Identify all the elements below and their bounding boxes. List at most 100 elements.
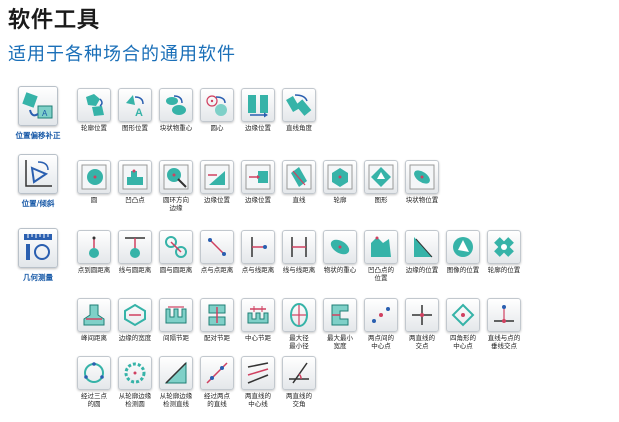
peak-distance-icon (77, 298, 111, 332)
tool-edge-width[interactable]: 边缘的宽度 (113, 298, 157, 342)
tool-label: 块状物位置 (405, 196, 439, 204)
image-position-icon (446, 230, 480, 264)
ring-direction-edge-icon (159, 160, 193, 194)
category-label: 几何测量 (23, 273, 53, 282)
tool-label: 圆 (90, 196, 98, 204)
position-tilt-icon (18, 154, 58, 194)
contour-location-icon (487, 230, 521, 264)
tool-edge-position-3[interactable]: 边缘位置 (236, 160, 280, 204)
tool-two-point-line[interactable]: 经过两点 的直线 (195, 356, 239, 408)
tool-perpendicular-foot[interactable]: 直线与点的 垂线交点 (482, 298, 526, 350)
line-angle-icon (282, 88, 316, 122)
tool-center-pitch[interactable]: 中心节距 (236, 298, 280, 342)
center-line-icon (241, 356, 275, 390)
tool-circle-center[interactable]: 圆心 (195, 88, 239, 132)
tool-label: 轮廓位置 (81, 124, 107, 132)
bump-position-icon (364, 230, 398, 264)
tool-image-position[interactable]: 图像的位置 (441, 230, 485, 274)
tool-line-angle-intersect[interactable]: 两直线的 交角 (277, 356, 321, 408)
tool-line-circle-distance[interactable]: 线与圆距离 (113, 230, 157, 274)
tool-paired-pitch[interactable]: 配对节距 (195, 298, 239, 342)
tool-line-line-distance[interactable]: 线与线距离 (277, 230, 321, 274)
blob-centroid-icon (159, 88, 193, 122)
tool-blob-position[interactable]: 块状物位置 (400, 160, 444, 204)
max-min-diameter-icon (282, 298, 316, 332)
straight-line-icon (282, 160, 316, 194)
tool-line-angle[interactable]: 直线角度 (277, 88, 321, 132)
contour-line-detect-icon (159, 356, 193, 390)
bump-point-icon (118, 160, 152, 194)
tool-label: 从轮廓边缘 检测圆 (118, 392, 152, 408)
tool-ring-direction-edge[interactable]: 圆环方向 边缘 (154, 160, 198, 212)
tool-label: 圆与圆距离 (159, 266, 193, 274)
category-position-tilt[interactable]: 位置/倾斜 (12, 154, 64, 209)
tool-label: 边缘的位置 (405, 266, 439, 274)
tool-quad-center[interactable]: 四角形的 中心点 (441, 298, 485, 350)
tool-contour[interactable]: 轮廓 (318, 160, 362, 204)
tool-contour-circle-detect[interactable]: 从轮廓边缘 检测圆 (113, 356, 157, 408)
blob-position-icon (405, 160, 439, 194)
pattern-position-icon: A (118, 88, 152, 122)
tool-label: 线与线距离 (282, 266, 316, 274)
tool-max-min-diameter[interactable]: 最大径 最小径 (277, 298, 321, 350)
tool-circle[interactable]: 圆 (72, 160, 116, 204)
tool-label: 边缘的宽度 (118, 334, 152, 342)
three-point-circle-icon (77, 356, 111, 390)
tool-label: 直线与点的 垂线交点 (487, 334, 521, 350)
quad-center-icon (446, 298, 480, 332)
tool-label: 边缘位置 (245, 124, 271, 132)
tool-point-circle-distance[interactable]: 点到圆距离 (72, 230, 116, 274)
tool-three-point-circle[interactable]: 经过三点 的圆 (72, 356, 116, 408)
tool-center-line[interactable]: 两直线的 中心线 (236, 356, 280, 408)
tool-label: 轮廓的位置 (487, 266, 521, 274)
center-pitch-icon (241, 298, 275, 332)
tool-edge-position-2[interactable]: 边缘位置 (195, 160, 239, 204)
interval-pitch-icon (159, 298, 193, 332)
svg-text:A: A (42, 109, 48, 118)
tool-point-line-distance[interactable]: 点与线距离 (236, 230, 280, 274)
tool-circle-circle-distance[interactable]: 圆与圆距离 (154, 230, 198, 274)
tool-label: 边缘位置 (245, 196, 271, 204)
tool-contour-location[interactable]: 轮廓的位置 (482, 230, 526, 274)
tool-label: 点到圆距离 (77, 266, 111, 274)
tool-peak-distance[interactable]: 峰间距离 (72, 298, 116, 342)
tool-contour-position[interactable]: 轮廓位置 (72, 88, 116, 132)
tool-interval-pitch[interactable]: 间隔节距 (154, 298, 198, 342)
tool-edge-position[interactable]: 边缘位置 (236, 88, 280, 132)
edge-location-icon (405, 230, 439, 264)
tool-two-point-midpoint[interactable]: 两点间的 中心点 (359, 298, 403, 350)
line-angle-intersect-icon (282, 356, 316, 390)
tool-contour-line-detect[interactable]: 从轮廓边缘 检测直线 (154, 356, 198, 408)
circle-circle-distance-icon (159, 230, 193, 264)
two-point-midpoint-icon (364, 298, 398, 332)
tool-pattern-position[interactable]: A 图形位置 (113, 88, 157, 132)
tool-line-intersection[interactable]: 两直线的 交点 (400, 298, 444, 350)
tool-bump-position[interactable]: 凹凸点的 位置 (359, 230, 403, 282)
category-geometry-measure[interactable]: 几何测量 (12, 228, 64, 283)
tool-edge-location[interactable]: 边缘的位置 (400, 230, 444, 274)
circle-center-icon (200, 88, 234, 122)
line-line-distance-icon (282, 230, 316, 264)
edge-position-icon (200, 160, 234, 194)
perpendicular-foot-icon (487, 298, 521, 332)
tool-pattern[interactable]: 图形 (359, 160, 403, 204)
tool-blob-centroid[interactable]: 块状物重心 (154, 88, 198, 132)
page-subtitle: 适用于各种场合的通用软件 (8, 44, 236, 65)
tool-max-min-width[interactable]: 最大最小 宽度 (318, 298, 362, 350)
tool-label: 两直线的 中心线 (245, 392, 271, 408)
category-label: 位置偏移补正 (15, 131, 61, 140)
category-position-offset[interactable]: A 位置偏移补正 (12, 86, 64, 141)
tool-label: 两点间的 中心点 (368, 334, 394, 350)
tool-point-point-distance[interactable]: 点与点距离 (195, 230, 239, 274)
tool-straight-line[interactable]: 直线 (277, 160, 321, 204)
tool-label: 中心节距 (245, 334, 271, 342)
position-offset-icon: A (18, 86, 58, 126)
tool-label: 最大最小 宽度 (327, 334, 353, 350)
tool-label: 圆心 (210, 124, 224, 132)
tool-label: 凹凸点 (125, 196, 145, 204)
pattern-icon (364, 160, 398, 194)
tool-object-centroid[interactable]: 物状的重心 (318, 230, 362, 274)
tool-bump-point[interactable]: 凹凸点 (113, 160, 157, 204)
tool-label: 图形位置 (122, 124, 148, 132)
tool-label: 两直线的 交点 (409, 334, 435, 350)
